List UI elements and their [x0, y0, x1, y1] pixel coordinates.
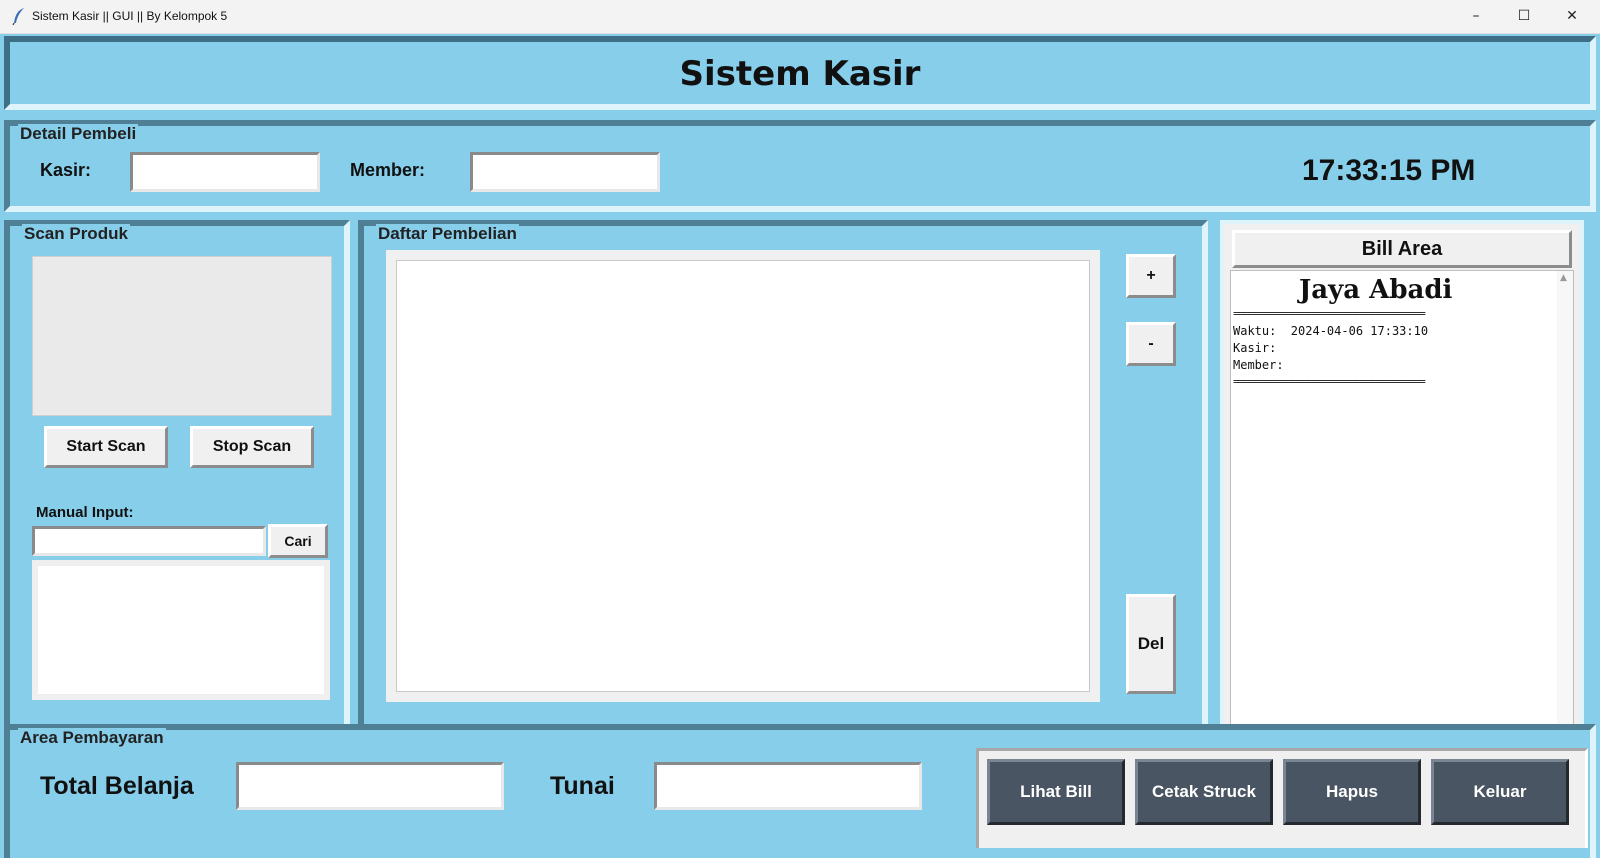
bill-separator-bottom: ====================================	[1233, 375, 1426, 388]
bill-area-header: Bill Area	[1232, 230, 1572, 268]
cari-button[interactable]: Cari	[268, 524, 328, 558]
maximize-icon: ☐	[1517, 8, 1531, 24]
increase-qty-button[interactable]: +	[1126, 254, 1176, 298]
close-button[interactable]: ✕	[1548, 0, 1596, 33]
manual-input-field[interactable]	[32, 526, 266, 556]
kasir-label: Kasir:	[40, 160, 92, 180]
purchase-list[interactable]	[386, 250, 1100, 702]
tunai-label: Tunai	[550, 772, 615, 800]
title-bar: Sistem Kasir || GUI || By Kelompok 5 – ☐…	[0, 0, 1600, 34]
minimize-button[interactable]: –	[1452, 0, 1500, 33]
daftar-group-label: Daftar Pembelian	[376, 224, 519, 244]
stop-scan-label: Stop Scan	[212, 438, 292, 455]
bill-frame: Bill Area Jaya Abadi ===================…	[1220, 220, 1584, 766]
del-label: Del	[1137, 634, 1165, 653]
camera-preview	[32, 256, 332, 416]
bill-member-line: Member:	[1233, 358, 1284, 372]
bill-kasir-line: Kasir:	[1233, 341, 1277, 355]
decrease-qty-button[interactable]: -	[1126, 322, 1176, 366]
total-belanja-field[interactable]	[236, 762, 504, 810]
header-frame: Sistem Kasir	[4, 36, 1596, 110]
payment-frame: Area Pembayaran Total Belanja Tunai Liha…	[4, 724, 1596, 858]
search-results-list[interactable]	[32, 560, 330, 700]
detail-group-label: Detail Pembeli	[18, 124, 139, 144]
hapus-label: Hapus	[1326, 782, 1378, 801]
member-field[interactable]	[470, 152, 660, 192]
bill-scrollbar[interactable]: ▲ ▼	[1557, 271, 1573, 757]
bill-waktu-line: Waktu: 2024-04-06 17:33:10	[1233, 324, 1429, 338]
store-name: Jaya Abadi	[1299, 275, 1453, 305]
action-buttons-panel: Lihat Bill Cetak Struck Hapus Keluar	[976, 748, 1588, 848]
scan-frame: Scan Produk Start Scan Stop Scan Manual …	[4, 220, 350, 762]
stop-scan-button[interactable]: Stop Scan	[190, 426, 314, 468]
lihat-bill-label: Lihat Bill	[1020, 782, 1092, 801]
cari-label: Cari	[284, 533, 312, 549]
cetak-struck-label: Cetak Struck	[1152, 782, 1256, 801]
app-window: Sistem Kasir Detail Pembeli Kasir: Membe…	[0, 34, 1600, 858]
bill-text-area[interactable]: Jaya Abadi =============================…	[1230, 270, 1574, 758]
member-label: Member:	[350, 160, 426, 180]
daftar-frame: Daftar Pembelian + - Del	[358, 220, 1208, 762]
payment-group-label: Area Pembayaran	[18, 728, 166, 748]
close-icon: ✕	[1566, 8, 1578, 24]
hapus-button[interactable]: Hapus	[1283, 759, 1421, 825]
plus-label: +	[1146, 267, 1156, 284]
scroll-up-icon[interactable]: ▲	[1560, 273, 1567, 283]
minus-label: -	[1148, 335, 1154, 352]
page-title: Sistem Kasir	[679, 54, 921, 94]
manual-input-label: Manual Input:	[36, 504, 134, 521]
cetak-struck-button[interactable]: Cetak Struck	[1135, 759, 1273, 825]
minimize-icon: –	[1472, 8, 1480, 24]
delete-item-button[interactable]: Del	[1126, 594, 1176, 694]
keluar-button[interactable]: Keluar	[1431, 759, 1569, 825]
total-belanja-label: Total Belanja	[40, 772, 194, 800]
clock-display: 17:33:15 PM	[1302, 154, 1476, 187]
bill-separator-top: ====================================	[1233, 307, 1426, 320]
feather-icon	[12, 8, 24, 25]
kasir-field[interactable]	[130, 152, 320, 192]
bill-area-label: Bill Area	[1361, 237, 1443, 260]
scan-group-label: Scan Produk	[22, 224, 130, 244]
maximize-button[interactable]: ☐	[1500, 0, 1548, 33]
tunai-field[interactable]	[654, 762, 922, 810]
window-title: Sistem Kasir || GUI || By Kelompok 5	[32, 9, 228, 23]
detail-frame: Detail Pembeli Kasir: Member: 17:33:15 P…	[4, 120, 1596, 212]
start-scan-label: Start Scan	[66, 438, 146, 455]
keluar-label: Keluar	[1473, 782, 1527, 801]
start-scan-button[interactable]: Start Scan	[44, 426, 168, 468]
lihat-bill-button[interactable]: Lihat Bill	[987, 759, 1125, 825]
